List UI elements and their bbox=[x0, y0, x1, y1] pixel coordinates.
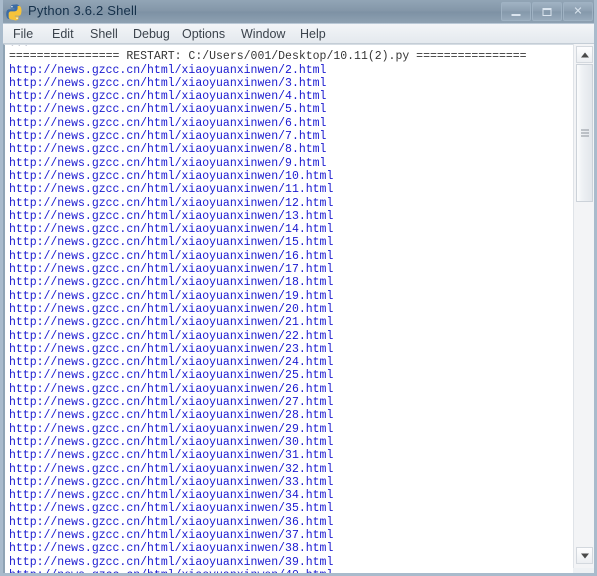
shell-output-url-line: http://news.gzcc.cn/html/xiaoyuanxinwen/… bbox=[9, 528, 334, 542]
menu-item-edit[interactable]: Edit bbox=[47, 26, 79, 42]
shell-output-url-line: http://news.gzcc.cn/html/xiaoyuanxinwen/… bbox=[9, 196, 334, 210]
scrollbar-grip-icon bbox=[580, 128, 589, 139]
shell-output-url-line: http://news.gzcc.cn/html/xiaoyuanxinwen/… bbox=[9, 449, 334, 463]
shell-output-url-line: http://news.gzcc.cn/html/xiaoyuanxinwen/… bbox=[9, 422, 334, 436]
menu-item-shell[interactable]: Shell bbox=[85, 26, 123, 42]
shell-output-url-line: http://news.gzcc.cn/html/xiaoyuanxinwen/… bbox=[9, 409, 334, 423]
shell-output-url-line: http://news.gzcc.cn/html/xiaoyuanxinwen/… bbox=[9, 515, 334, 529]
maximize-icon bbox=[542, 7, 552, 16]
shell-output-url-line: http://news.gzcc.cn/html/xiaoyuanxinwen/… bbox=[9, 90, 327, 104]
shell-output-url-line: http://news.gzcc.cn/html/xiaoyuanxinwen/… bbox=[9, 130, 327, 144]
title-bar[interactable]: Python 3.6.2 Shell ✕ bbox=[3, 0, 594, 24]
shell-output-url-line: http://news.gzcc.cn/html/xiaoyuanxinwen/… bbox=[9, 302, 334, 316]
scroll-up-button[interactable] bbox=[576, 46, 593, 63]
python-logo-icon bbox=[6, 4, 22, 21]
shell-output-url-line: http://news.gzcc.cn/html/xiaoyuanxinwen/… bbox=[9, 329, 334, 343]
shell-restart-line: ================ RESTART: C:/Users/001/D… bbox=[9, 50, 527, 64]
menu-bar: File Edit Shell Debug Options Window Help bbox=[3, 24, 594, 44]
window-title: Python 3.6.2 Shell bbox=[28, 3, 138, 18]
shell-output-pane[interactable]: ...================ RESTART: C:/Users/00… bbox=[3, 44, 576, 576]
shell-output-url-line: http://news.gzcc.cn/html/xiaoyuanxinwen/… bbox=[9, 289, 334, 303]
close-button[interactable]: ✕ bbox=[563, 2, 593, 21]
menu-item-options[interactable]: Options bbox=[177, 26, 230, 42]
shell-output-url-line: http://news.gzcc.cn/html/xiaoyuanxinwen/… bbox=[9, 435, 334, 449]
shell-output-url-line: http://news.gzcc.cn/html/xiaoyuanxinwen/… bbox=[9, 369, 334, 383]
menu-item-debug[interactable]: Debug bbox=[128, 26, 175, 42]
shell-output-url-line: http://news.gzcc.cn/html/xiaoyuanxinwen/… bbox=[9, 156, 327, 170]
shell-output-url-line: http://news.gzcc.cn/html/xiaoyuanxinwen/… bbox=[9, 209, 334, 223]
shell-output-url-line: http://news.gzcc.cn/html/xiaoyuanxinwen/… bbox=[9, 568, 334, 576]
shell-output-url-line: http://news.gzcc.cn/html/xiaoyuanxinwen/… bbox=[9, 103, 327, 117]
shell-output-url-line: http://news.gzcc.cn/html/xiaoyuanxinwen/… bbox=[9, 249, 334, 263]
shell-output-url-line: http://news.gzcc.cn/html/xiaoyuanxinwen/… bbox=[9, 76, 327, 90]
vertical-scrollbar[interactable] bbox=[573, 44, 594, 573]
close-icon: ✕ bbox=[573, 5, 583, 17]
menu-item-help[interactable]: Help bbox=[295, 26, 331, 42]
shell-output-url-line: http://news.gzcc.cn/html/xiaoyuanxinwen/… bbox=[9, 116, 327, 130]
shell-output-url-line: http://news.gzcc.cn/html/xiaoyuanxinwen/… bbox=[9, 542, 334, 556]
menu-item-file[interactable]: File bbox=[8, 26, 38, 42]
shell-output-url-line: http://news.gzcc.cn/html/xiaoyuanxinwen/… bbox=[9, 169, 334, 183]
shell-output-url-line: http://news.gzcc.cn/html/xiaoyuanxinwen/… bbox=[9, 356, 334, 370]
scroll-down-arrow-icon bbox=[580, 553, 589, 558]
shell-output-url-line: http://news.gzcc.cn/html/xiaoyuanxinwen/… bbox=[9, 183, 334, 197]
shell-output-url-line: http://news.gzcc.cn/html/xiaoyuanxinwen/… bbox=[9, 63, 327, 77]
python-shell-window: Python 3.6.2 Shell ✕ File Edit Shell Debug O… bbox=[0, 0, 597, 576]
shell-output-url-line: http://news.gzcc.cn/html/xiaoyuanxinwen/… bbox=[9, 502, 334, 516]
shell-output-url-line: http://news.gzcc.cn/html/xiaoyuanxinwen/… bbox=[9, 462, 334, 476]
scroll-down-button[interactable] bbox=[576, 547, 593, 564]
shell-output-url-line: http://news.gzcc.cn/html/xiaoyuanxinwen/… bbox=[9, 316, 334, 330]
shell-output-url-line: http://news.gzcc.cn/html/xiaoyuanxinwen/… bbox=[9, 342, 334, 356]
window-controls: ✕ bbox=[501, 2, 593, 21]
scrollbar-thumb[interactable] bbox=[576, 64, 593, 202]
shell-output-url-line: http://news.gzcc.cn/html/xiaoyuanxinwen/… bbox=[9, 223, 334, 237]
minimize-icon bbox=[511, 13, 521, 16]
shell-output-url-line: http://news.gzcc.cn/html/xiaoyuanxinwen/… bbox=[9, 489, 334, 503]
shell-output-url-line: http://news.gzcc.cn/html/xiaoyuanxinwen/… bbox=[9, 396, 334, 410]
shell-output-url-line: http://news.gzcc.cn/html/xiaoyuanxinwen/… bbox=[9, 236, 334, 250]
shell-output-url-line: http://news.gzcc.cn/html/xiaoyuanxinwen/… bbox=[9, 382, 334, 396]
shell-output-url-line: http://news.gzcc.cn/html/xiaoyuanxinwen/… bbox=[9, 555, 334, 569]
scrollbar-corner bbox=[573, 568, 594, 573]
shell-text-lines: ...================ RESTART: C:/Users/00… bbox=[9, 45, 575, 576]
shell-output-url-line: http://news.gzcc.cn/html/xiaoyuanxinwen/… bbox=[9, 263, 334, 277]
shell-output-url-line: http://news.gzcc.cn/html/xiaoyuanxinwen/… bbox=[9, 276, 334, 290]
minimize-button[interactable] bbox=[501, 2, 531, 21]
shell-output-url-line: http://news.gzcc.cn/html/xiaoyuanxinwen/… bbox=[9, 475, 334, 489]
maximize-button[interactable] bbox=[532, 2, 562, 21]
menu-item-window[interactable]: Window bbox=[236, 26, 290, 42]
scroll-up-arrow-icon bbox=[580, 52, 589, 57]
shell-output-url-line: http://news.gzcc.cn/html/xiaoyuanxinwen/… bbox=[9, 143, 327, 157]
